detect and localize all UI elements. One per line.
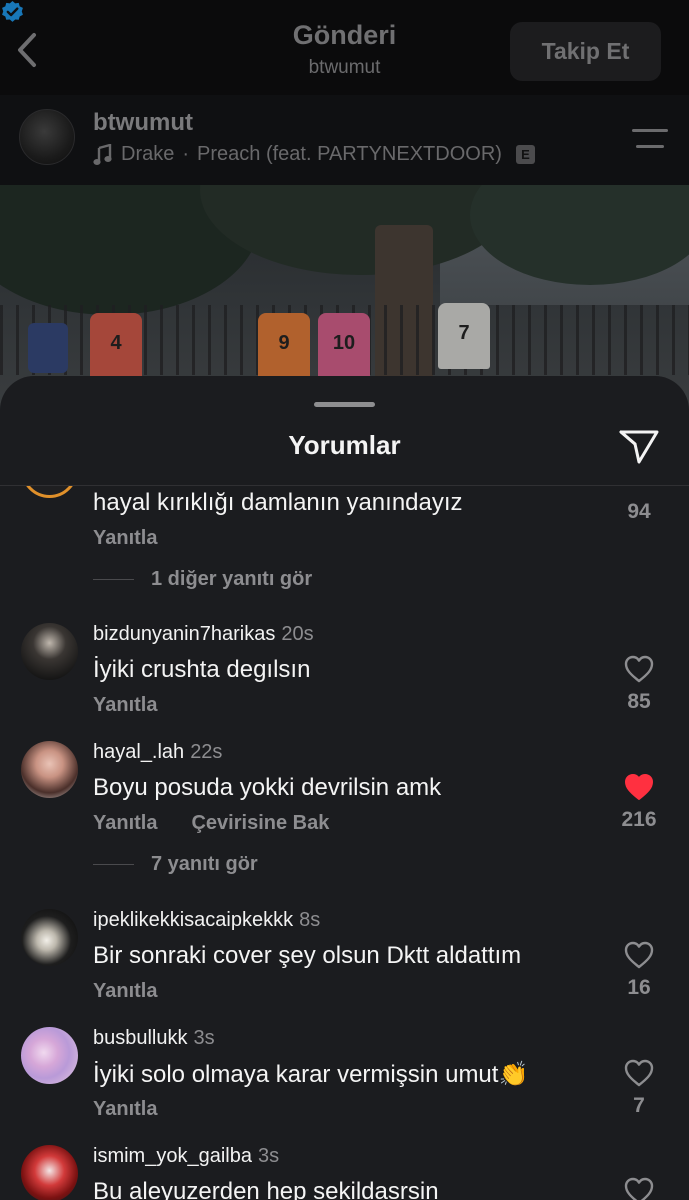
comments-list[interactable]: hayal kırıklığı damlanın yanındayız Yanı… (0, 486, 689, 1200)
comment-username-row[interactable]: ipeklikekkisacaipkekkk 8s (93, 909, 320, 932)
jersey-1: 4 (90, 313, 142, 379)
menu-icon[interactable] (632, 127, 668, 151)
comment-username[interactable]: busbullukk (93, 1027, 188, 1049)
like-control[interactable]: 85 (616, 655, 662, 714)
comment-username[interactable]: bizdunyanin7harikas (93, 623, 275, 645)
comment-time: 3s (193, 1027, 215, 1049)
sheet-grabber[interactable] (314, 402, 375, 407)
comment-avatar[interactable] (21, 1145, 78, 1200)
music-note-icon (93, 143, 112, 165)
like-control[interactable] (616, 1177, 662, 1200)
like-count: 85 (627, 690, 651, 713)
like-control[interactable]: 216 (616, 773, 662, 832)
music-info[interactable]: Drake · Preach (feat. PARTYNEXTDOOR) E (93, 143, 535, 166)
heart-filled-icon[interactable] (624, 773, 654, 801)
view-more-replies[interactable]: 1 diğer yanıtı gör (93, 568, 312, 591)
comment-text: hayal kırıklığı damlanın yanındayız (93, 489, 463, 516)
jersey-3: 10 (318, 313, 370, 379)
music-artist: Drake (121, 143, 175, 165)
comment-text: Boyu posuda yokki devrilsin amk (93, 774, 442, 801)
like-count: 216 (621, 808, 657, 831)
reply-button[interactable]: Yanıtla (93, 694, 157, 717)
like-count: 16 (627, 976, 651, 999)
comment-text: Bir sonraki cover şey olsun Dktt aldattı… (93, 942, 522, 969)
comment-username-row[interactable]: busbullukk 3s (93, 1027, 215, 1050)
reply-button[interactable]: Yanıtla (93, 812, 157, 835)
view-more-replies[interactable]: 7 yanıtı gör (93, 853, 258, 876)
comment-time: 22s (190, 741, 223, 763)
like-control[interactable]: 7 (616, 1059, 662, 1118)
jersey-4: 7 (438, 303, 490, 369)
music-track: Preach (feat. PARTYNEXTDOOR) (197, 143, 502, 165)
comment-avatar[interactable] (21, 909, 78, 966)
reply-button[interactable]: Yanıtla (93, 980, 157, 1003)
comment-avatar[interactable] (21, 741, 78, 798)
like-count: 94 (627, 500, 651, 523)
comment-avatar[interactable] (21, 486, 78, 498)
heart-outline-icon[interactable] (624, 1059, 654, 1087)
comment-username[interactable]: ismim_yok_gailba (93, 1145, 252, 1167)
comment-text: İyiki crushta degılsın (93, 656, 311, 683)
verified-badge-icon (2, 1, 23, 22)
comment-username[interactable]: hayal_.lah (93, 741, 184, 763)
share-send-icon[interactable] (617, 424, 661, 468)
comment-time: 3s (257, 1145, 280, 1167)
like-count: 7 (633, 1094, 645, 1117)
author-username[interactable]: btwumut (93, 109, 193, 137)
comment-time: 20s (281, 623, 314, 645)
comment-username-row[interactable]: ismim_yok_gailba 3s (93, 1145, 279, 1168)
sheet-title: Yorumlar (288, 430, 401, 460)
music-separator: · (182, 143, 190, 165)
heart-outline-icon[interactable] (624, 941, 654, 969)
comment-text: İyiki solo olmaya karar vermişsin umut👏 (93, 1061, 529, 1088)
comment-text: Bu aleyuzerden hep sekildasrsin (93, 1178, 439, 1200)
comment-username[interactable]: ipeklikekkisacaipkekkk (93, 909, 293, 931)
comment-username-row[interactable]: hayal_.lah 22s (93, 741, 222, 764)
comment-avatar[interactable] (21, 623, 78, 680)
like-control[interactable]: 16 (616, 941, 662, 1000)
heart-outline-icon[interactable] (624, 1177, 654, 1200)
top-navigation-bar: Gönderi btwumut Takip Et (0, 0, 689, 95)
translate-button[interactable]: Çevirisine Bak (191, 812, 329, 835)
post-author-row: btwumut Drake · Preach (feat. PARTYNEXTD… (0, 95, 689, 185)
heart-outline-icon[interactable] (624, 655, 654, 683)
comments-sheet: Yorumlar hayal kırıklığı damlanın yanınd… (0, 376, 689, 1200)
comment-time: 8s (299, 909, 321, 931)
like-control[interactable]: 94 (616, 486, 662, 524)
author-avatar[interactable] (19, 109, 75, 165)
comment-avatar[interactable] (21, 1027, 78, 1084)
reply-button[interactable]: Yanıtla (93, 1098, 157, 1121)
explicit-badge: E (515, 145, 535, 164)
reply-button[interactable]: Yanıtla (93, 527, 157, 550)
follow-button[interactable]: Takip Et (510, 22, 661, 81)
jersey-2: 9 (258, 313, 310, 379)
comment-username-row[interactable]: bizdunyanin7harikas 20s (93, 623, 314, 646)
